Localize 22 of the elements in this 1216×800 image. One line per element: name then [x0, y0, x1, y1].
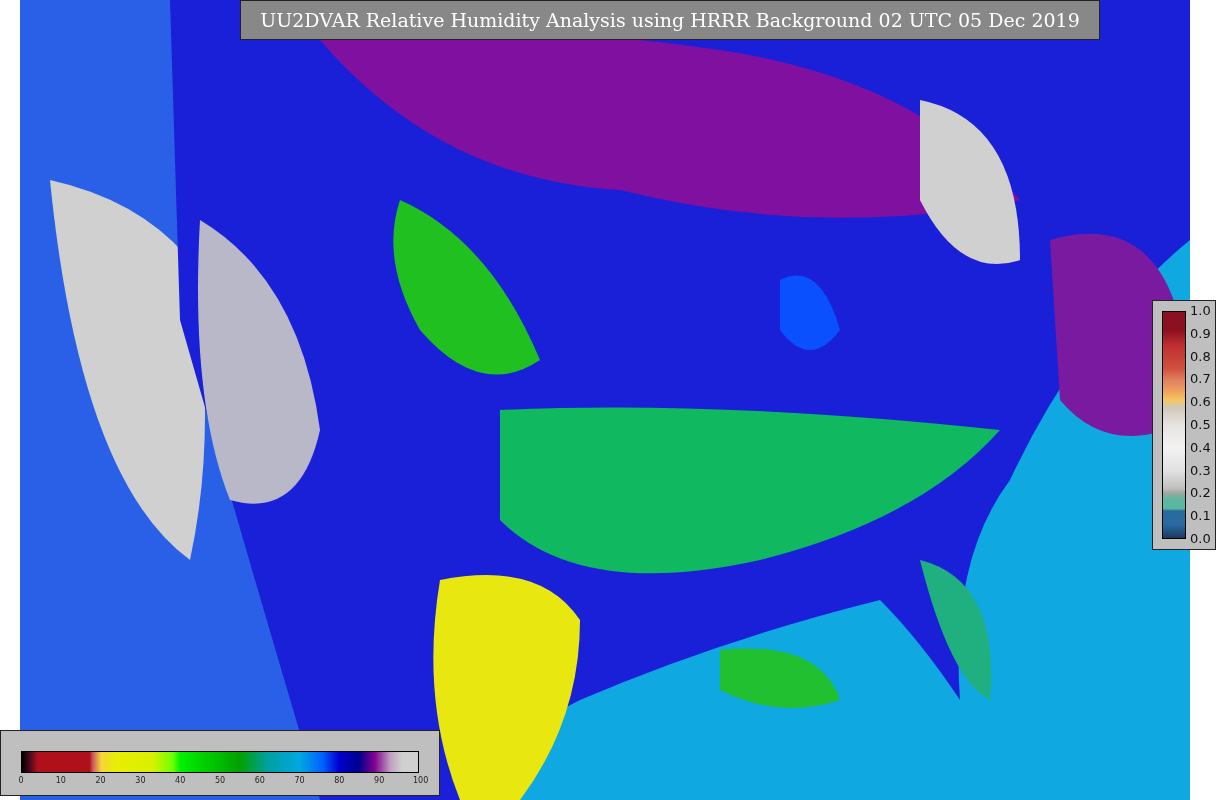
colorbar-tick-label: 50 [214, 776, 226, 785]
colorbar-tick-label: 70 [293, 776, 306, 785]
map-title: UU2DVAR Relative Humidity Analysis using HRRR Background 02 UTC 05 Dec 2019 [240, 0, 1100, 40]
colorbar-tick-label: 80 [333, 776, 346, 785]
colorbar-tick-label: 20 [94, 776, 107, 785]
colorbar-tick-label: 1.0 [1190, 304, 1211, 318]
colorbar-tick-label: 10 [54, 776, 67, 785]
colorbar-tick-label: 0.6 [1190, 395, 1211, 410]
colorbar-tick-label: 0.9 [1190, 326, 1211, 341]
colorbar-tick-label: 30 [134, 776, 147, 785]
colorbar-tick-label: 0.8 [1190, 349, 1211, 364]
colorbar-tick-label: 40 [174, 776, 187, 785]
colorbar-tick-label: 90 [373, 776, 386, 785]
colorbar-tick-label: 0 [17, 776, 25, 785]
colorbar-tick-label: 60 [253, 776, 266, 785]
colorbar-tick-label: 0.5 [1190, 418, 1211, 432]
colorbar-tick-label: 0.3 [1190, 463, 1211, 478]
colorbar-tick-label: 0.2 [1190, 486, 1211, 501]
colorbar-tick-label: 0.1 [1190, 509, 1211, 524]
colorbar-tick-label: 0.7 [1190, 372, 1211, 387]
colorbar-tick-label: 0.0 [1190, 531, 1211, 546]
colorbar-tick-label: 0.4 [1190, 440, 1211, 455]
